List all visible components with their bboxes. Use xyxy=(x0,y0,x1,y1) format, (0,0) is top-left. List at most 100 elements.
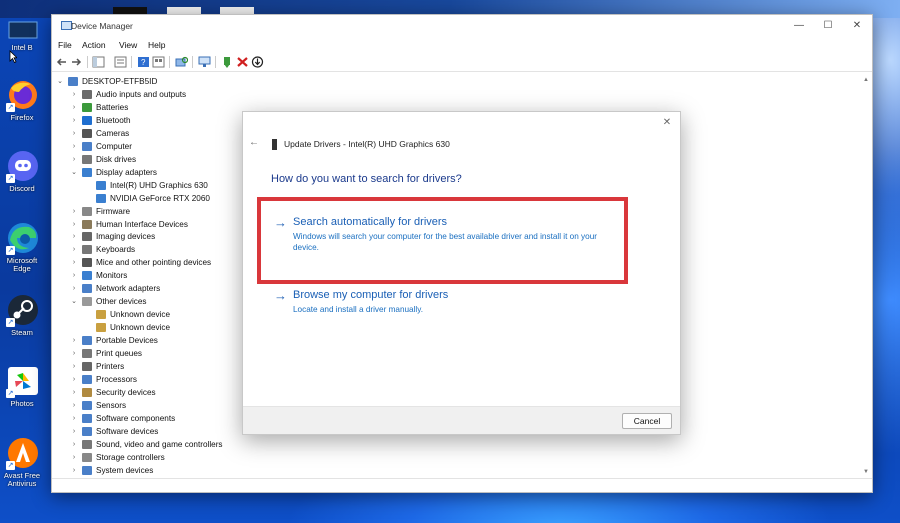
back-icon[interactable] xyxy=(55,56,68,68)
menu-file[interactable]: File xyxy=(58,40,72,50)
expand-chevron-icon[interactable]: › xyxy=(70,269,78,282)
expand-chevron-icon[interactable]: › xyxy=(70,127,78,140)
intel-app-icon xyxy=(5,20,39,42)
expand-chevron-icon[interactable]: › xyxy=(70,373,78,386)
desktop-icon-photos[interactable]: ↗ Photos xyxy=(0,364,44,408)
dialog-question: How do you want to search for drivers? xyxy=(271,173,462,185)
device-category-icon xyxy=(82,141,92,151)
view-icon[interactable] xyxy=(152,56,165,68)
device-category-icon xyxy=(82,271,92,281)
scroll-down-icon[interactable]: ▼ xyxy=(863,469,869,475)
update-driver-icon[interactable] xyxy=(221,56,234,68)
title-bar[interactable]: Device Manager — ☐ ✕ xyxy=(52,15,872,37)
expand-chevron-icon[interactable]: › xyxy=(70,334,78,347)
desktop-icon-label: Steam xyxy=(11,328,33,337)
highlight-annotation xyxy=(257,197,628,284)
menu-action[interactable]: Action xyxy=(82,40,106,50)
expand-chevron-icon[interactable]: › xyxy=(70,88,78,101)
tree-item-label: Bluetooth xyxy=(96,115,131,125)
toolbar-separator xyxy=(131,56,132,68)
forward-icon[interactable] xyxy=(70,56,83,68)
expand-chevron-icon[interactable]: › xyxy=(70,140,78,153)
expand-chevron-icon[interactable]: › xyxy=(70,282,78,295)
tree-item-label: Imaging devices xyxy=(96,232,156,242)
expand-chevron-icon[interactable]: › xyxy=(70,451,78,464)
menu-bar: File Action View Help xyxy=(52,37,872,53)
browse-computer-option[interactable]: → Browse my computer for drivers Locate … xyxy=(274,288,614,318)
tree-item-label: Intel(R) UHD Graphics 630 xyxy=(110,180,208,190)
expand-chevron-icon[interactable]: › xyxy=(70,101,78,114)
expand-chevron-icon[interactable]: › xyxy=(70,205,78,218)
menu-help[interactable]: Help xyxy=(148,40,165,50)
desktop-icon-label: Avast Free Antivirus xyxy=(3,471,41,488)
device-category-icon xyxy=(96,180,106,190)
tree-item-label: NVIDIA GeForce RTX 2060 xyxy=(110,193,210,203)
back-arrow-icon[interactable]: ← xyxy=(249,137,261,148)
tree-item-label: Sensors xyxy=(96,400,127,410)
avast-icon: ↗ xyxy=(5,436,39,470)
expand-chevron-icon[interactable]: › xyxy=(70,347,78,360)
device-category-icon xyxy=(82,154,92,164)
expand-chevron-icon[interactable]: › xyxy=(70,114,78,127)
tree-item-label: Printers xyxy=(96,361,125,371)
monitor-icon[interactable] xyxy=(198,56,211,68)
expand-chevron-icon[interactable]: › xyxy=(70,464,78,477)
device-category-icon xyxy=(82,413,92,423)
expand-chevron-icon[interactable]: › xyxy=(70,218,78,231)
close-button[interactable]: ✕ xyxy=(842,18,872,34)
tree-item-label: Print queues xyxy=(96,349,142,358)
device-category-icon xyxy=(82,232,92,242)
show-hide-console-tree-icon[interactable] xyxy=(92,56,105,68)
collapse-chevron-icon[interactable]: ⌄ xyxy=(70,166,78,179)
device-category-icon xyxy=(96,323,106,333)
device-category-icon xyxy=(96,193,106,203)
tree-item-label: Human Interface Devices xyxy=(96,219,188,229)
expand-chevron-icon[interactable]: › xyxy=(70,386,78,399)
properties-icon[interactable] xyxy=(114,56,127,68)
minimize-button[interactable]: — xyxy=(784,18,814,34)
tree-item-label: System devices xyxy=(96,465,154,475)
device-category-icon xyxy=(82,219,92,229)
photos-icon: ↗ xyxy=(5,364,39,398)
expand-chevron-icon[interactable]: › xyxy=(70,399,78,412)
expand-chevron-icon[interactable]: › xyxy=(70,438,78,451)
help-icon[interactable]: ? xyxy=(137,56,150,68)
expand-chevron-icon[interactable]: › xyxy=(70,153,78,166)
collapse-chevron-icon[interactable]: ⌄ xyxy=(56,75,64,88)
scroll-up-icon[interactable]: ▲ xyxy=(863,77,869,83)
desktop-icon-label: Photos xyxy=(10,399,34,408)
device-category-icon xyxy=(82,465,92,475)
collapse-chevron-icon[interactable]: ⌄ xyxy=(70,295,78,308)
expand-chevron-icon[interactable]: › xyxy=(70,230,78,243)
desktop-icon-steam[interactable]: ↗ Steam xyxy=(0,293,44,337)
expand-chevron-icon[interactable]: › xyxy=(70,243,78,256)
desktop-icon-discord[interactable]: ↗ Discord xyxy=(0,149,44,193)
expand-chevron-icon[interactable]: › xyxy=(70,360,78,373)
maximize-button[interactable]: ☐ xyxy=(813,18,843,34)
expand-chevron-icon[interactable]: › xyxy=(70,256,78,269)
toolbar-separator xyxy=(87,56,88,68)
device-category-icon xyxy=(82,426,92,436)
tree-item-label: Storage controllers xyxy=(96,452,165,462)
tree-item-label: Cameras xyxy=(96,128,130,138)
vertical-scrollbar[interactable]: ▲ ▼ xyxy=(863,77,869,475)
device-category-icon xyxy=(82,387,92,397)
device-category-icon xyxy=(82,90,92,99)
device-category-icon xyxy=(82,128,92,138)
desktop-icon-intel[interactable]: Intel B xyxy=(0,20,44,52)
option-title[interactable]: Browse my computer for drivers xyxy=(293,289,448,301)
desktop-icon-avast[interactable]: ↗ Avast Free Antivirus xyxy=(0,436,44,488)
device-category-icon xyxy=(82,245,92,255)
cancel-button[interactable]: Cancel xyxy=(622,413,672,429)
uninstall-device-icon[interactable] xyxy=(236,56,249,68)
disable-device-icon[interactable] xyxy=(251,56,264,68)
menu-view[interactable]: View xyxy=(119,40,137,50)
expand-chevron-icon[interactable]: › xyxy=(70,412,78,425)
device-category-icon xyxy=(82,361,92,371)
expand-chevron-icon[interactable]: › xyxy=(70,425,78,438)
desktop-icon-edge[interactable]: ↗ Microsoft Edge xyxy=(0,221,44,273)
dialog-close-icon[interactable]: ✕ xyxy=(660,116,674,130)
tree-item-label: Unknown device xyxy=(110,310,171,320)
desktop-icon-firefox[interactable]: ↗ Firefox xyxy=(0,78,44,122)
scan-hardware-icon[interactable] xyxy=(175,56,189,68)
